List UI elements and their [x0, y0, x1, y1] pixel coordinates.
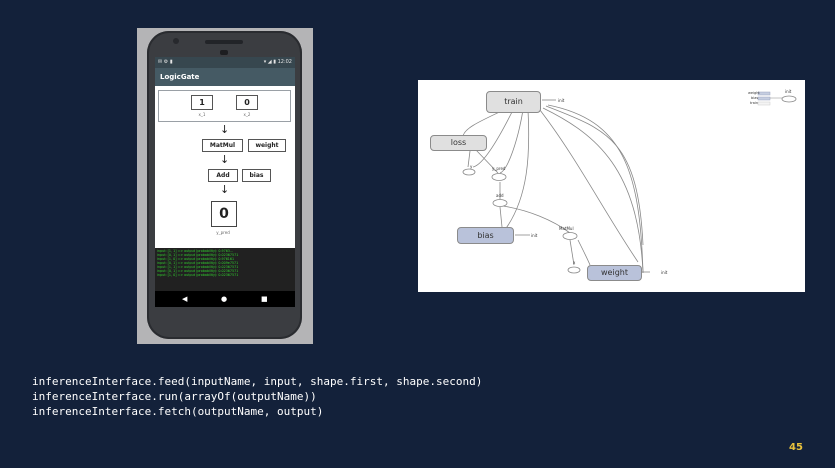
- edge-matmul-weight: [577, 239, 591, 266]
- arrow-down-icon: ↓: [220, 153, 230, 166]
- bias-init-label: init: [531, 233, 538, 238]
- edge-add-bias: [499, 206, 503, 228]
- legend-init-node: [781, 95, 797, 103]
- bias-node[interactable]: bias: [457, 227, 514, 244]
- status-bar: ✉ ⚙ ▮ ▾ ◢ ▮ 12:02: [155, 57, 295, 68]
- add-node: [492, 199, 508, 207]
- weight-node[interactable]: weight: [587, 265, 642, 281]
- log-line: input: [1, 0] => output (probability): 0…: [157, 273, 239, 277]
- page-number: 45: [789, 442, 803, 453]
- weight-op: weight: [248, 139, 286, 152]
- earpiece: [220, 50, 228, 55]
- speaker-grille: [205, 40, 243, 44]
- code-line-fetch: inferenceInterface.fetch(outputName, out…: [32, 405, 324, 418]
- camera-icon: [173, 38, 179, 44]
- app-bar: LogicGate: [155, 68, 295, 86]
- back-icon[interactable]: ◀: [182, 291, 187, 307]
- edge-train-ypred: [499, 109, 524, 174]
- arrow-down-icon: ↓: [220, 123, 230, 136]
- train-node[interactable]: train: [486, 91, 541, 113]
- placeholder-y-node: [462, 168, 476, 176]
- recents-icon[interactable]: ■: [261, 291, 268, 307]
- legend-train-swatch: [757, 101, 771, 106]
- app-title: LogicGate: [160, 73, 200, 81]
- tensorboard-graph: train loss bias weight init init init y …: [418, 80, 805, 292]
- matmul-node: [562, 232, 578, 240]
- legend-weight-label: weight: [748, 91, 760, 95]
- legend-init-label: init: [785, 89, 792, 94]
- legend-bias-label: bias: [751, 96, 759, 100]
- loss-node[interactable]: loss: [430, 135, 487, 151]
- output-label: y_pred: [216, 230, 230, 235]
- input-x1-button[interactable]: 1: [191, 95, 213, 110]
- weight-init-label: init: [661, 270, 668, 275]
- ypred-label: y_pred: [492, 166, 506, 171]
- edge-train-bias: [500, 109, 530, 236]
- graph-edges: [462, 91, 797, 274]
- edge-train-matmul: [545, 105, 644, 246]
- input-frame: [158, 90, 291, 122]
- nav-bar: ◀ ● ■: [155, 291, 295, 307]
- code-line-run: inferenceInterface.run(arrayOf(outputNam…: [32, 390, 317, 403]
- arrow-down-icon: ↓: [220, 183, 230, 196]
- status-icons-left: ✉ ⚙ ▮: [158, 59, 173, 65]
- train-init-label: init: [558, 98, 565, 103]
- y-label: y: [470, 164, 473, 169]
- legend-bias-swatch: [757, 96, 771, 101]
- matmul-label: MatMul: [559, 226, 574, 231]
- code-line-feed: inferenceInterface.feed(inputName, input…: [32, 375, 483, 388]
- matmul-op: MatMul: [202, 139, 243, 152]
- status-icons-right: ▾ ◢ ▮: [263, 59, 276, 65]
- log-panel: input: [1, 1] => output (probability): 0…: [155, 248, 295, 291]
- add-label: add: [496, 193, 504, 198]
- status-right: ▾ ◢ ▮ 12:02: [264, 57, 292, 68]
- bias-op: bias: [242, 169, 271, 182]
- input-x2-label: x_2: [243, 112, 251, 117]
- placeholder-ypred-node: [491, 173, 507, 181]
- legend-train-label: train: [750, 101, 759, 105]
- input-x1-label: x_1: [198, 112, 206, 117]
- phone-screen: ✉ ⚙ ▮ ▾ ◢ ▮ 12:02 LogicGate 1 x_1 0 x_2 …: [155, 57, 295, 307]
- add-op: Add: [208, 169, 238, 182]
- edge-train-weight: [539, 109, 639, 263]
- status-time: 12:02: [277, 59, 292, 65]
- output-value: 0: [211, 201, 237, 227]
- placeholder-x-node: [567, 266, 581, 274]
- home-icon[interactable]: ●: [221, 291, 227, 307]
- x-label: x: [573, 260, 576, 265]
- input-x2-button[interactable]: 0: [236, 95, 258, 110]
